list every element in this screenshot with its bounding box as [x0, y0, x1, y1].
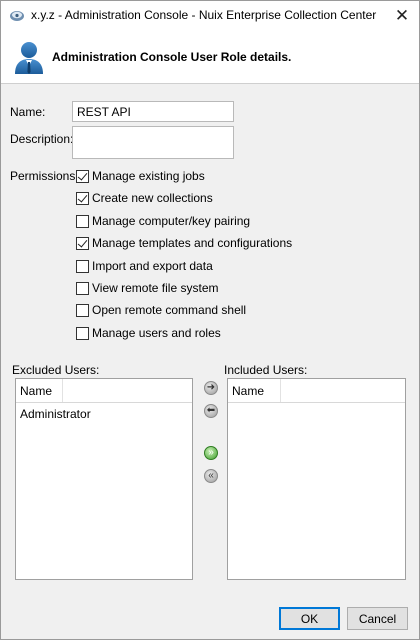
close-button[interactable]: ✕ [385, 1, 419, 31]
app-icon [10, 11, 24, 21]
checkbox[interactable] [76, 191, 89, 205]
included-users-label: Included Users: [224, 363, 308, 377]
permission-label: Open remote command shell [92, 303, 247, 317]
permission-label: Import and export data [92, 259, 213, 273]
excluded-users-list[interactable]: Name Administrator [15, 378, 193, 580]
permission-label: Manage existing jobs [92, 169, 205, 183]
list-header: Name [16, 379, 192, 403]
column-header-name[interactable]: Name [232, 379, 282, 402]
dialog-window: x.y.z - Administration Console - Nuix En… [0, 0, 420, 640]
permission-create-new-collections[interactable]: Create new collections [76, 190, 213, 206]
checkbox[interactable] [76, 281, 89, 295]
checkbox[interactable] [76, 303, 89, 317]
title-bar[interactable]: x.y.z - Administration Console - Nuix En… [1, 1, 419, 31]
name-field[interactable]: REST API [72, 101, 234, 122]
permission-manage-existing-jobs[interactable]: Manage existing jobs [76, 168, 205, 184]
header-banner: Administration Console User Role details… [1, 31, 419, 84]
checkbox[interactable] [76, 236, 89, 250]
description-field[interactable] [72, 126, 234, 159]
list-header: Name [228, 379, 405, 403]
name-label: Name: [10, 105, 46, 119]
checkbox[interactable] [76, 214, 89, 228]
permission-label: View remote file system [92, 281, 219, 295]
included-users-list[interactable]: Name [227, 378, 406, 580]
add-selected-button[interactable]: ➜ [204, 381, 218, 395]
arrow-right-icon: ➜ [206, 382, 216, 393]
column-header-name[interactable]: Name [20, 379, 64, 402]
permission-manage-computer-key-pairing[interactable]: Manage computer/key pairing [76, 213, 250, 229]
permission-view-remote-file-system[interactable]: View remote file system [76, 280, 219, 296]
permission-manage-users-and-roles[interactable]: Manage users and roles [76, 325, 221, 341]
permission-open-remote-command-shell[interactable]: Open remote command shell [76, 302, 246, 318]
permission-label: Manage templates and configurations [92, 236, 293, 250]
description-label: Description: [10, 132, 74, 146]
ok-button[interactable]: OK [279, 607, 340, 630]
window-title: x.y.z - Administration Console - Nuix En… [31, 8, 377, 22]
dialog-heading: Administration Console User Role details… [52, 50, 292, 64]
user-icon [15, 42, 43, 74]
permission-label: Manage computer/key pairing [92, 214, 251, 228]
add-all-button[interactable]: » [204, 446, 218, 460]
permission-label: Create new collections [92, 191, 213, 205]
permissions-label: Permissions: [10, 169, 79, 183]
move-all-right-icon: » [208, 447, 214, 458]
remove-all-button[interactable]: « [204, 469, 218, 483]
checkbox[interactable] [76, 259, 89, 273]
permission-label: Manage users and roles [92, 326, 221, 340]
permission-import-export-data[interactable]: Import and export data [76, 258, 213, 274]
close-icon: ✕ [394, 6, 410, 25]
checkbox[interactable] [76, 326, 89, 340]
remove-selected-button[interactable]: ⬅ [204, 404, 218, 418]
permission-manage-templates[interactable]: Manage templates and configurations [76, 235, 292, 251]
excluded-users-label: Excluded Users: [12, 363, 100, 377]
move-all-left-icon: « [208, 470, 214, 481]
list-item[interactable]: Administrator [16, 403, 192, 425]
checkbox[interactable] [76, 169, 89, 183]
cancel-button[interactable]: Cancel [347, 607, 408, 630]
arrow-left-icon: ⬅ [206, 405, 216, 416]
